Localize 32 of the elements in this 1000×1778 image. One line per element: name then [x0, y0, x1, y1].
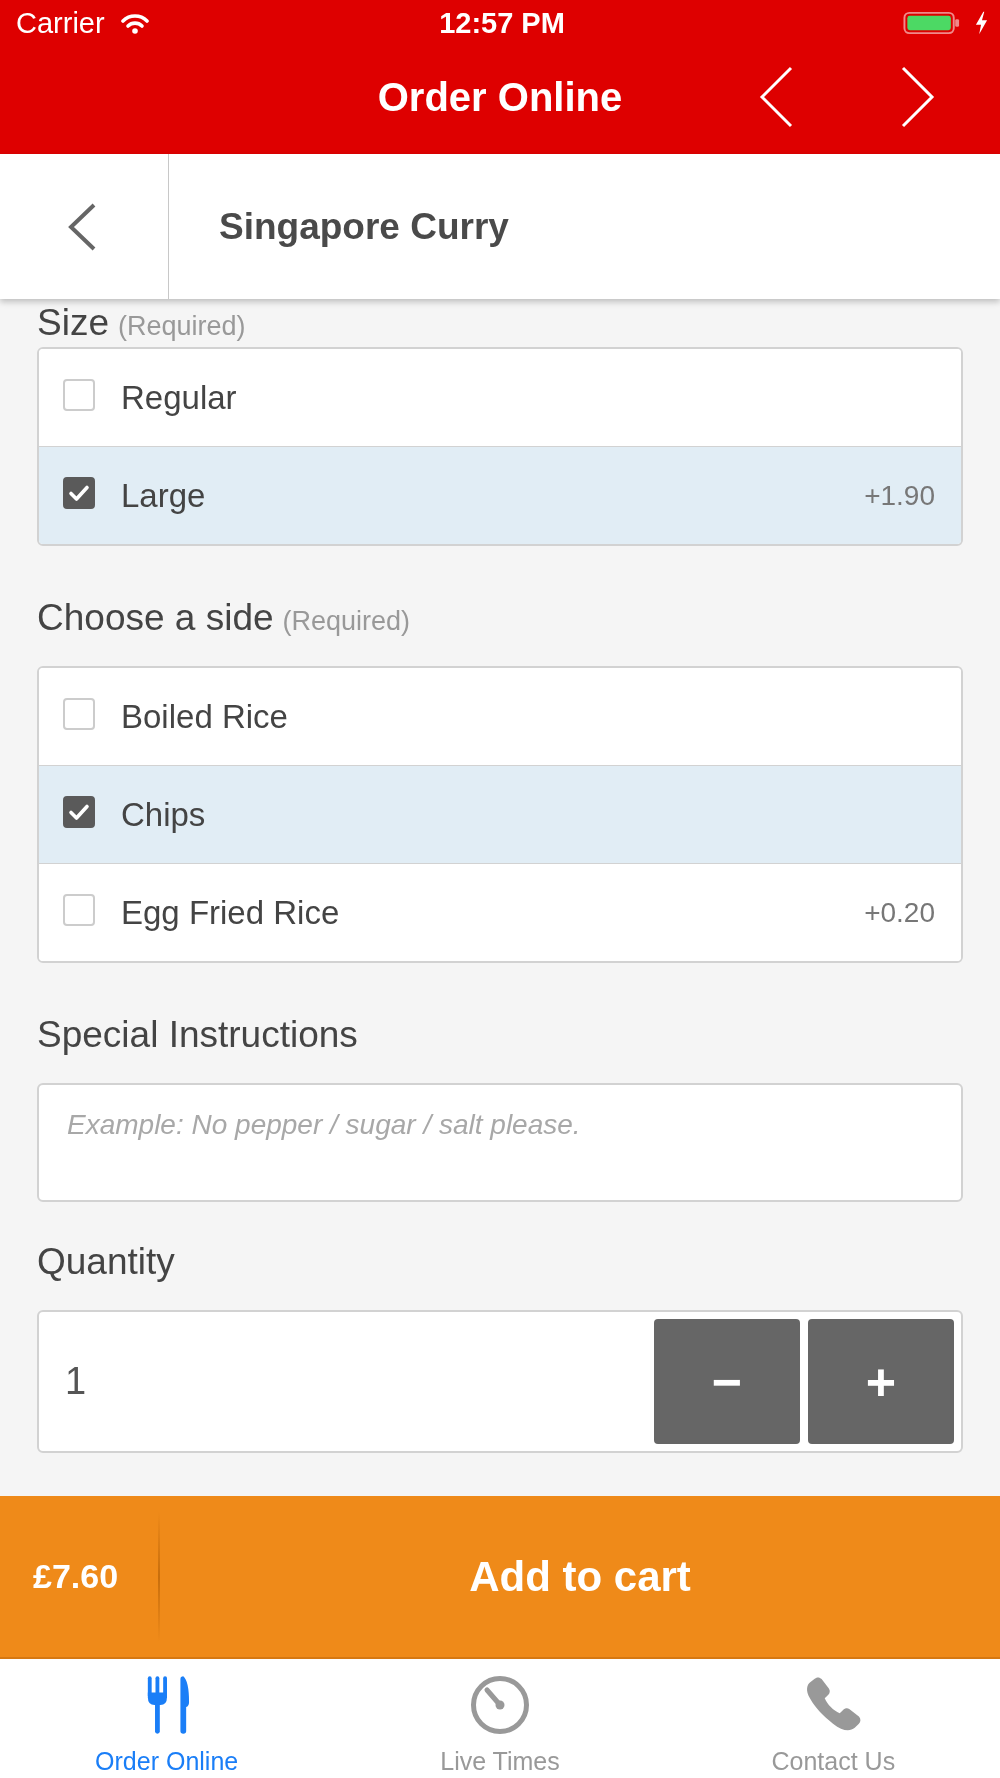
- checkbox[interactable]: [63, 476, 95, 509]
- option-label: Egg Fried Rice: [121, 893, 340, 932]
- section-title: Choose a side: [37, 597, 274, 638]
- tab[interactable]: Order Online: [0, 1659, 334, 1778]
- quantity-field[interactable]: 1 − +: [37, 1310, 963, 1453]
- option-price: +1.90: [864, 479, 935, 512]
- required-note: (Required): [118, 311, 246, 341]
- option-row[interactable]: Egg Fried Rice +0.20: [39, 863, 961, 961]
- option-price: +0.20: [864, 896, 935, 929]
- carrier-label: Carrier: [16, 6, 105, 40]
- required-note: (Required): [282, 606, 411, 636]
- chevron-right-icon[interactable]: [901, 66, 935, 128]
- option-label: Large: [121, 476, 206, 515]
- cart-total: £7.60: [32, 1557, 120, 1596]
- wifi-icon: [120, 12, 149, 34]
- checkbox[interactable]: [63, 795, 95, 828]
- option-label: Regular: [121, 378, 237, 417]
- section-title: Special Instructions: [37, 1014, 358, 1055]
- chevron-left-icon[interactable]: [67, 202, 97, 251]
- option-row[interactable]: Large +1.90: [39, 446, 961, 544]
- decrease-button[interactable]: −: [654, 1319, 800, 1444]
- nav-title: Order Online: [377, 74, 623, 120]
- increase-button[interactable]: +: [808, 1319, 954, 1444]
- option-label: Boiled Rice: [121, 697, 288, 736]
- option-row[interactable]: Chips: [39, 765, 961, 863]
- option-label: Chips: [121, 795, 206, 834]
- item-title: Singapore Curry: [219, 205, 509, 248]
- instructions-field[interactable]: Example: No pepper / sugar / salt please.: [37, 1083, 963, 1202]
- stopwatch-icon: [470, 1675, 530, 1735]
- section-title: Size: [37, 302, 109, 343]
- status-time: 12:57 PM: [439, 6, 565, 40]
- section-title: Quantity: [37, 1241, 175, 1282]
